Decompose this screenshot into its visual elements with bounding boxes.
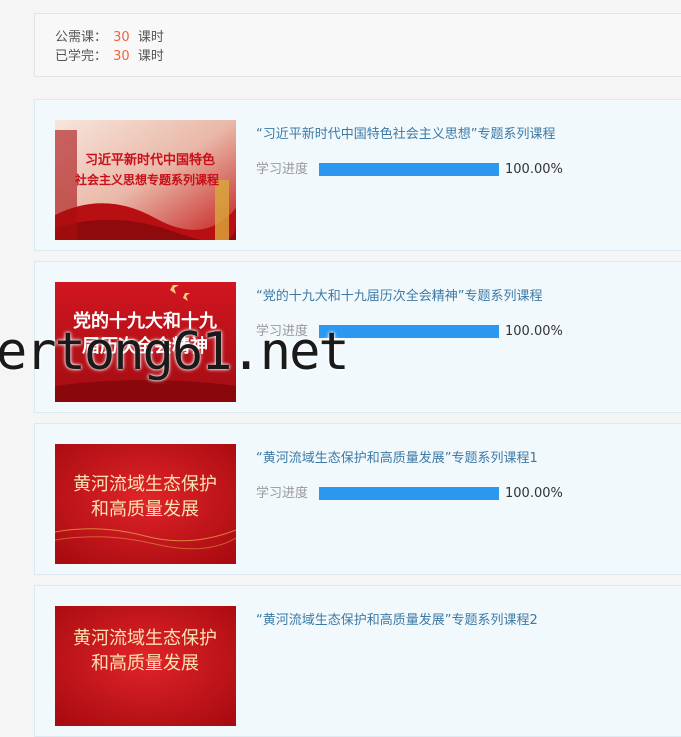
course-thumbnail[interactable]: 习近平新时代中国特色 社会主义思想专题系列课程 (55, 120, 236, 240)
course-title[interactable]: “黄河流域生态保护和高质量发展”专题系列课程2 (256, 612, 538, 630)
course-card[interactable]: 黄河流域生态保护 和高质量发展 “黄河流域生态保护和高质量发展”专题系列课程1 … (34, 423, 681, 575)
course-thumbnail-image: 黄河流域生态保护 和高质量发展 (55, 444, 236, 564)
completed-hours-value: 30 (113, 49, 130, 64)
course-card[interactable]: 习近平新时代中国特色 社会主义思想专题系列课程 “习近平新时代中国特色社会主义思… (34, 99, 681, 251)
required-hours-value: 30 (113, 30, 130, 45)
course-thumbnail-image: 黄河流域生态保护 和高质量发展 (55, 606, 236, 726)
course-thumbnail[interactable]: 黄河流域生态保护 和高质量发展 (55, 606, 236, 726)
thumb-line1: 黄河流域生态保护 (73, 628, 217, 649)
thumb-line1: 习近平新时代中国特色 (85, 152, 215, 168)
required-hours-label: 公需课： (55, 30, 108, 45)
course-title[interactable]: “党的十九大和十九届历次全会精神”专题系列课程 (256, 288, 542, 306)
thumb-line2: 和高质量发展 (91, 499, 199, 520)
progress-label: 学习进度 (256, 486, 309, 501)
completed-hours-unit: 课时 (137, 49, 164, 64)
progress-bar-fill (319, 163, 499, 176)
completed-hours-label: 已学完： (55, 49, 108, 64)
course-card[interactable]: 黄河流域生态保护 和高质量发展 “黄河流域生态保护和高质量发展”专题系列课程2 (34, 585, 681, 737)
course-title[interactable]: “习近平新时代中国特色社会主义思想”专题系列课程 (256, 126, 555, 144)
progress-bar (319, 487, 499, 500)
course-thumbnail[interactable]: 黄河流域生态保护 和高质量发展 (55, 444, 236, 564)
course-title[interactable]: “黄河流域生态保护和高质量发展”专题系列课程1 (256, 450, 538, 468)
progress-bar-fill (319, 487, 499, 500)
progress-percent: 100.00% (505, 162, 563, 177)
progress-percent: 100.00% (505, 486, 563, 501)
credit-summary: 公需课： 30 课时 已学完： 30 课时 (34, 13, 681, 77)
course-thumbnail-image: 习近平新时代中国特色 社会主义思想专题系列课程 (55, 120, 236, 240)
progress-label: 学习进度 (256, 162, 309, 177)
watermark: ertong61.net (0, 322, 350, 382)
progress-percent: 100.00% (505, 324, 563, 339)
required-hours-unit: 课时 (137, 30, 164, 45)
thumb-line2: 社会主义思想专题系列课程 (74, 172, 219, 187)
thumb-line2: 和高质量发展 (91, 653, 199, 674)
thumb-line1: 黄河流域生态保护 (73, 474, 217, 495)
completed-hours-row: 已学完： 30 课时 (55, 48, 164, 66)
progress-bar (319, 163, 499, 176)
required-hours-row: 公需课： 30 课时 (55, 29, 164, 47)
